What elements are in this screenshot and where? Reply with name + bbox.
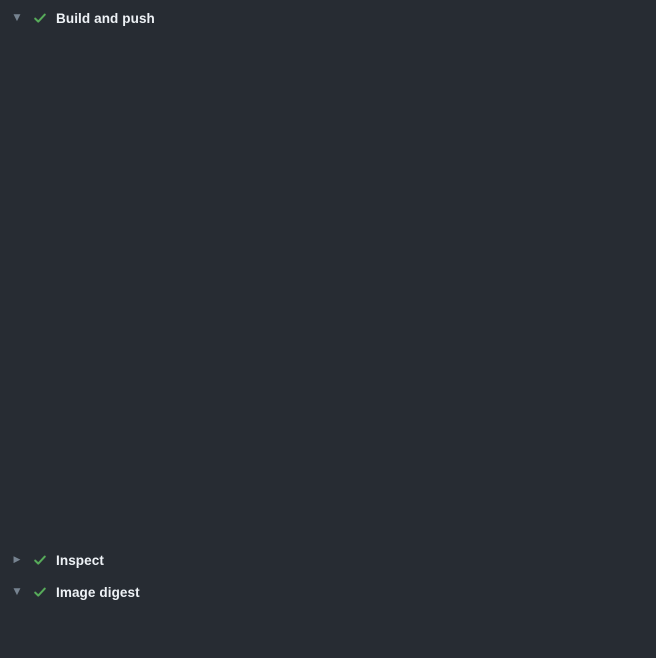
log-line: 29 #4 [1/2] FROM docker.io/library/alpin… — [0, 332, 656, 350]
check-icon — [32, 552, 48, 568]
log-root: ▼ Build and push 1 ▶Run ./ 14 Using buil… — [0, 4, 656, 652]
section-title: Inspect — [56, 553, 104, 568]
log-line: 36 #4 unpacking docker.io/library/alpine… — [0, 458, 656, 476]
log-line: 17 /usr/bin/docker buildx build --tag lo… — [0, 116, 656, 134]
chevron-icon[interactable]: ▼ — [10, 14, 24, 23]
section-title: Image digest — [56, 585, 140, 600]
log-line: 31 #4 sha256:a15790640a6690aa1730c38cf0a… — [0, 368, 656, 386]
section-lines: 1 ▶Run echo sha256:e7ff8834a5963a2785c5a… — [0, 604, 656, 652]
log-line: 27 #3 DONE 0.4s — [0, 296, 656, 314]
log-line: 34 #4 sha256:185518070891758909c9f839cf4… — [0, 422, 656, 440]
log-section: ▶ Inspect — [0, 548, 656, 572]
log-line: 33 #4 sha256:a24bb4013296f61e89ba57005a7… — [0, 404, 656, 422]
log-line: 1 ▶Run ./ — [0, 44, 656, 62]
log-line: 37 #4 DONE 0.4s — [0, 476, 656, 494]
log-line: 26 #3 [internal] load metadata for docke… — [0, 278, 656, 296]
log-line: 28 — [0, 314, 656, 332]
log-line: 40 #5 0.060 Hello world! — [0, 530, 656, 548]
log-section: ▼ Build and push 1 ▶Run ./ 14 Using buil… — [0, 4, 656, 548]
check-icon — [32, 584, 48, 600]
log-line: 15 /usr/bin/docker buildx use --builder … — [0, 80, 656, 98]
log-line: 1 ▶Run echo sha256:e7ff8834a5963a2785c5a… — [0, 616, 656, 634]
log-line: 24 #1 DONE 0.0s — [0, 242, 656, 260]
log-line: 25 — [0, 260, 656, 278]
log-line: 32 #4 sha256:df20fa9351a15782c64e6dddb2d… — [0, 386, 656, 404]
log-line: 30 #4 resolve docker.io/library/alpine@s… — [0, 350, 656, 368]
check-icon — [32, 10, 48, 26]
log-line: 18 #2 [internal] load build definition f… — [0, 134, 656, 152]
log-line: 23 #1 transferring context: 2B 0.0s done — [0, 224, 656, 242]
section-header[interactable]: ▼ Build and push — [0, 4, 656, 32]
log-line: 38 — [0, 494, 656, 512]
chevron-icon[interactable]: ▼ — [10, 588, 24, 597]
section-header[interactable]: ▼ Image digest — [0, 580, 656, 604]
log-line: 16 Starting build... — [0, 98, 656, 116]
log-section: ▼ Image digest 1 ▶Run echo sha256:e7ff88… — [0, 580, 656, 652]
log-line: 39 #5 [2/2] RUN echo "Hello world!" — [0, 512, 656, 530]
section-lines: 1 ▶Run ./ 14 Using builder instance buil… — [0, 32, 656, 548]
section-title: Build and push — [56, 11, 155, 26]
chevron-icon[interactable]: ▶ — [10, 556, 24, 565]
section-header[interactable]: ▶ Inspect — [0, 548, 656, 572]
log-line: 21 — [0, 188, 656, 206]
log-line: 20 #2 DONE 0.0s — [0, 170, 656, 188]
log-line: 4 sha256:e7ff8834a5963a2785c5a0811e979d1… — [0, 634, 656, 652]
log-line: 19 #2 transferring dockerfile: 74B 0.0s … — [0, 152, 656, 170]
log-line: 14 Using builder instance builder-single… — [0, 62, 656, 80]
log-line: 35 #4 unpacking docker.io/library/alpine… — [0, 440, 656, 458]
log-line: 22 #1 [internal] load .dockerignore — [0, 206, 656, 224]
